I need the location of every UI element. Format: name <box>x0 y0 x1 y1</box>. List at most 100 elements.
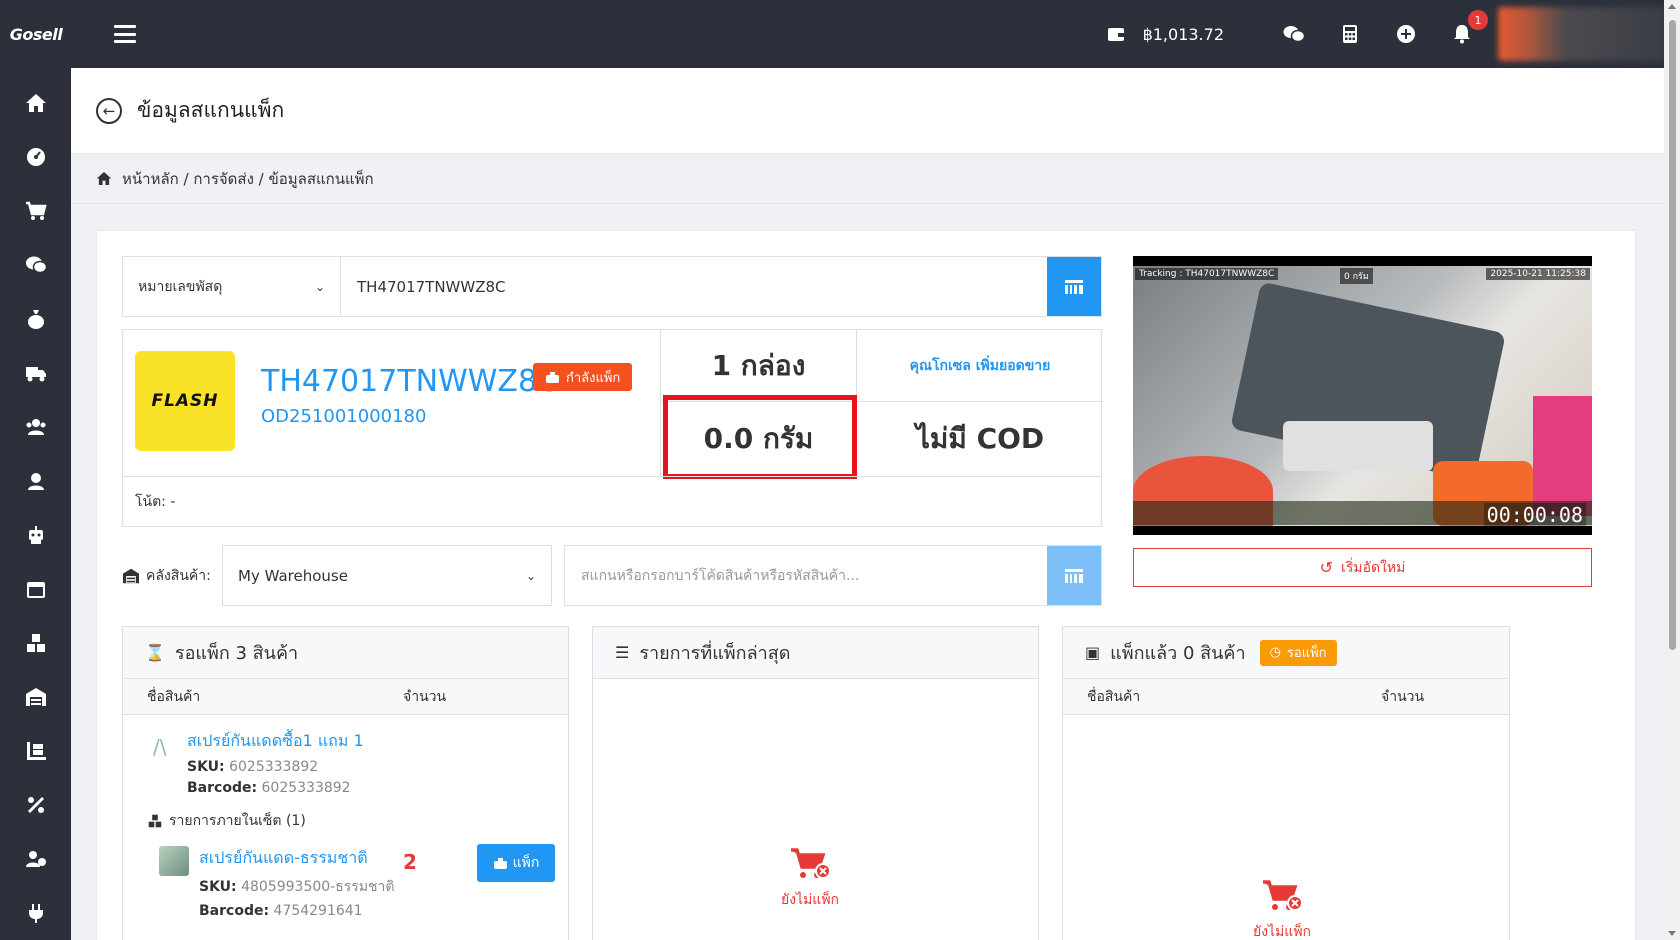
sub-product-barcode: Barcode: 4754291641 <box>199 903 363 919</box>
product-barcode-field: สแกนหรือกรอกบาร์โค้ดสินค้าหรือรหัสสินค้า… <box>564 545 1102 606</box>
video-frame <box>1133 266 1592 526</box>
home-icon[interactable] <box>96 171 112 186</box>
pack-button[interactable]: แพ็ก <box>477 844 555 882</box>
tracking-number[interactable]: TH47017TNWWZ8C <box>261 364 558 399</box>
video-overlay-datetime: 2025-10-21 11:25:38 <box>1486 268 1590 280</box>
order-number[interactable]: OD251001000180 <box>261 406 426 427</box>
add-circle-icon[interactable] <box>1378 0 1434 68</box>
tracking-input[interactable]: TH47017TNWWZ8C <box>341 257 1047 316</box>
product-name[interactable]: สเปรย์กันแดดซื้อ1 แถม 1 <box>187 729 568 754</box>
chat-icon[interactable] <box>1266 0 1322 68</box>
recent-packed-panel: ☰ รายการที่แพ็กล่าสุด ยังไม่แพ็ก <box>592 626 1039 940</box>
scroll-down-arrow-icon[interactable] <box>1668 931 1676 936</box>
chevron-down-icon: ⌄ <box>314 279 325 294</box>
warehouse-label-text: คลังสินค้า: <box>146 567 211 584</box>
sidebar-item-money-bag-icon[interactable] <box>0 292 71 346</box>
back-arrow-icon[interactable]: ← <box>96 97 122 124</box>
menu-toggle-icon[interactable] <box>114 25 136 43</box>
product-scan-button[interactable] <box>1047 546 1101 605</box>
brand-logo[interactable]: Gosell <box>0 0 72 68</box>
box-count: 1 กล่อง <box>661 330 857 402</box>
hourglass-icon: ⌛ <box>145 643 165 662</box>
empty-state: ยังไม่แพ็ก <box>1253 879 1311 940</box>
page-title: ข้อมูลสแกนแพ็ก <box>137 98 285 122</box>
notification-bell-icon[interactable]: 1 <box>1434 0 1490 68</box>
notification-count-badge: 1 <box>1468 10 1488 30</box>
sidebar-item-users-settings-icon[interactable] <box>0 832 71 886</box>
page-scrollbar[interactable] <box>1664 0 1680 940</box>
packed-table-header: ชื่อสินค้า จำนวน <box>1063 679 1509 715</box>
sidebar-item-robot-icon[interactable] <box>0 508 71 562</box>
sidebar-item-inventory-icon[interactable] <box>0 724 71 778</box>
wallet-icon <box>1107 28 1124 41</box>
product-thumb-icon: /\ <box>153 735 167 759</box>
scroll-up-arrow-icon[interactable] <box>1668 4 1676 9</box>
sidebar-item-percent-icon[interactable] <box>0 778 71 832</box>
sidebar-item-agent-icon[interactable] <box>0 454 71 508</box>
sidebar-item-customers-icon[interactable] <box>0 400 71 454</box>
user-avatar[interactable] <box>1498 7 1666 61</box>
empty-state-text: ยังไม่แพ็ก <box>1253 924 1312 940</box>
search-type-select[interactable]: หมายเลขพัสดุ ⌄ <box>123 257 341 316</box>
video-overlay-tracking: Tracking : TH47017TNWWZ8C <box>1135 268 1279 280</box>
product-barcode: Barcode: 6025333892 <box>187 780 351 796</box>
sidebar-item-home-icon[interactable] <box>0 76 71 130</box>
sub-list-item: สเปรย์กันแดด-ธรรมชาติ SKU: 4805993500-ธร… <box>159 844 568 926</box>
sub-product-thumbnail <box>159 846 189 876</box>
product-barcode-input[interactable]: สแกนหรือกรอกบาร์โค้ดสินค้าหรือรหัสสินค้า… <box>565 546 1047 605</box>
packed-panel-header: ▣ แพ็กแล้ว 0 สินค้า ◷ รอแพ็ก <box>1063 627 1509 679</box>
tracking-scan-button[interactable] <box>1047 257 1101 316</box>
scrollbar-thumb[interactable] <box>1669 20 1676 650</box>
upsell-link[interactable]: คุณโกเซล เพิ่มยอดขาย <box>857 330 1103 402</box>
sidebar-item-plug-icon[interactable] <box>0 886 71 940</box>
barcode-icon <box>1065 568 1083 583</box>
warehouse-icon <box>123 568 139 583</box>
packed-items-panel: ▣ แพ็กแล้ว 0 สินค้า ◷ รอแพ็ก ชื่อสินค้า … <box>1062 626 1510 940</box>
page-header: ← ข้อมูลสแกนแพ็ก <box>71 68 1664 154</box>
status-badge: กำลังแพ็ก <box>533 363 633 391</box>
boxes-icon <box>148 814 162 828</box>
warehouse-label: คลังสินค้า: <box>122 565 222 587</box>
product-sku: SKU: 6025333892 <box>187 759 319 775</box>
sidebar <box>0 68 71 940</box>
parcel-info: FLASH TH47017TNWWZ8C กำลังแพ็ก OD2510010… <box>122 329 1103 527</box>
warehouse-select[interactable]: My Warehouse ⌄ <box>222 545 552 606</box>
search-type-value: หมายเลขพัสดุ <box>138 278 223 295</box>
empty-state-text: ยังไม่แพ็ก <box>781 892 840 908</box>
sidebar-item-calendar-icon[interactable] <box>0 562 71 616</box>
sub-product-quantity: 2 <box>403 850 417 874</box>
sidebar-item-truck-icon[interactable] <box>0 346 71 400</box>
parcel-weight: 0.0 กรัม <box>661 402 857 476</box>
calculator-icon[interactable] <box>1322 0 1378 68</box>
waiting-badge: ◷ รอแพ็ก <box>1259 639 1337 666</box>
col-product-name: ชื่อสินค้า <box>1087 688 1141 705</box>
breadcrumb-path[interactable]: หน้าหลัก / การจัดส่ง / ข้อมูลสแกนแพ็ก <box>122 167 374 191</box>
packed-panel-title: แพ็กแล้ว 0 สินค้า <box>1110 643 1246 664</box>
warehouse-row: คลังสินค้า: My Warehouse ⌄ สแกนหรือกรอกบ… <box>122 545 1102 606</box>
wallet-balance[interactable]: ฿1,013.72 <box>1107 25 1224 44</box>
packing-icon <box>546 371 559 383</box>
packing-video-preview[interactable]: Tracking : TH47017TNWWZ8C 0 กรัม 2025-10… <box>1133 256 1592 535</box>
video-overlay-weight: 0 กรัม <box>1340 268 1373 284</box>
warehouse-selected-value: My Warehouse <box>238 566 348 585</box>
parcel-note: โน้ต: - <box>123 476 1101 526</box>
sidebar-item-warehouse-icon[interactable] <box>0 670 71 724</box>
cod-status: ไม่มี COD <box>915 422 1045 455</box>
waiting-panel-header: ⌛ รอแพ็ก 3 สินค้า <box>123 627 568 679</box>
tracking-search-bar: หมายเลขพัสดุ ⌄ TH47017TNWWZ8C <box>122 256 1102 317</box>
sidebar-item-boxes-icon[interactable] <box>0 616 71 670</box>
scan-card: หมายเลขพัสดุ ⌄ TH47017TNWWZ8C FLASH TH47… <box>96 230 1636 940</box>
breadcrumb: หน้าหลัก / การจัดส่ง / ข้อมูลสแกนแพ็ก <box>71 154 1664 204</box>
carrier-logo: FLASH <box>135 351 235 451</box>
restart-recording-button[interactable]: ↺ เริ่มอัดใหม่ <box>1133 548 1592 587</box>
video-timer: 00:00:08 <box>1483 503 1586 527</box>
col-quantity: จำนวน <box>1381 688 1425 705</box>
col-product-name: ชื่อสินค้า <box>147 688 201 705</box>
sidebar-item-dashboard-icon[interactable] <box>0 130 71 184</box>
restart-recording-label: เริ่มอัดใหม่ <box>1341 559 1406 576</box>
recent-panel-title: รายการที่แพ็กล่าสุด <box>639 643 791 664</box>
recent-panel-header: ☰ รายการที่แพ็กล่าสุด <box>593 627 1038 679</box>
barcode-icon <box>1065 279 1083 294</box>
sidebar-item-chat-icon[interactable] <box>0 238 71 292</box>
sidebar-item-cart-icon[interactable] <box>0 184 71 238</box>
